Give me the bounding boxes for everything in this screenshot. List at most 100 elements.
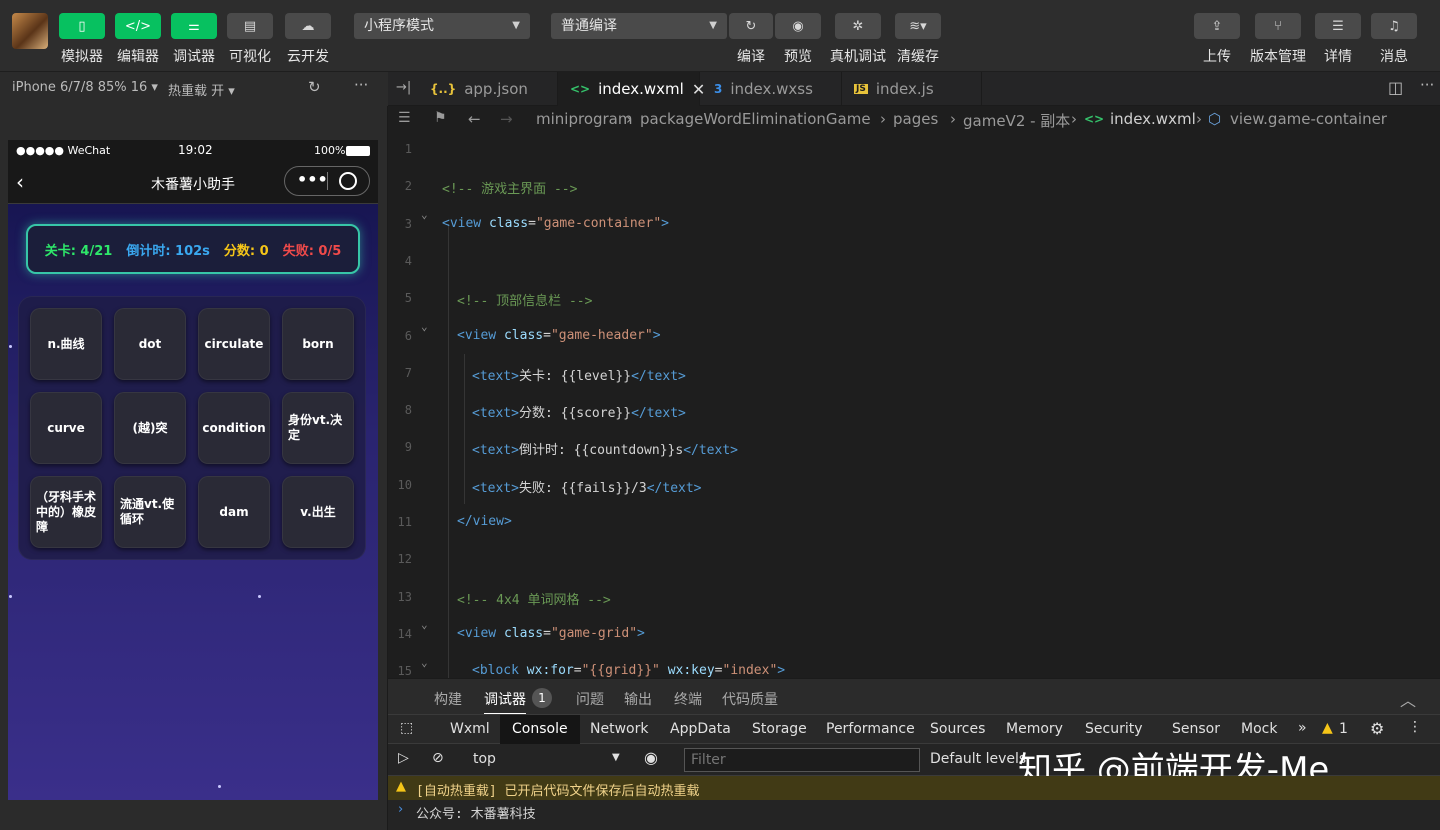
tab-memory[interactable]: Memory [1006, 721, 1063, 737]
debugger-toggle-button[interactable]: ⚌ [171, 13, 217, 39]
visual-toggle-button[interactable]: ▤ [227, 13, 273, 39]
outline-icon[interactable]: ☰ [398, 110, 411, 126]
compile-select[interactable]: 普通编译 ▼ [551, 13, 727, 39]
simulator-toggle-button[interactable]: ▯ [59, 13, 105, 39]
chevron-down-icon: ▼ [612, 752, 620, 763]
version-button[interactable]: ⑂ [1255, 13, 1301, 39]
tab-index-wxml[interactable]: <> index.wxml ✕ [558, 72, 705, 106]
forward-icon[interactable]: → [500, 110, 513, 128]
tab-sources[interactable]: Sources [930, 721, 985, 737]
code-token: "game-header" [550, 327, 653, 343]
tab-network[interactable]: Network [590, 721, 648, 737]
log-levels-select[interactable]: Default levels [930, 751, 1026, 767]
word-tile[interactable]: v.出生 [282, 476, 354, 548]
indent-guide [448, 224, 449, 678]
word-tile[interactable]: condition [198, 392, 270, 464]
word-tile[interactable]: dot [114, 308, 186, 380]
css-file-icon: 3 [714, 82, 723, 96]
more-icon[interactable]: ··· [1420, 76, 1434, 94]
compile-button[interactable]: ↻ [729, 13, 773, 39]
inspect-icon[interactable]: ⬚ [400, 720, 413, 736]
breadcrumb-item[interactable]: miniprogram [536, 110, 632, 128]
bookmark-icon[interactable]: ⚑ [434, 110, 447, 126]
device-select[interactable]: iPhone 6/7/8 85% 16 ▾ [12, 80, 158, 95]
word-tile[interactable]: dam [198, 476, 270, 548]
fold-chevron-icon[interactable]: ⌄ [421, 208, 428, 221]
tab-app-json[interactable]: {..} app.json [418, 72, 558, 106]
breadcrumb-item[interactable]: packageWordEliminationGame [640, 110, 871, 128]
split-editor-icon[interactable]: ◫ [1388, 78, 1403, 97]
tab-index-js[interactable]: JS index.js [842, 72, 982, 106]
chevron-right-icon: › [1196, 110, 1202, 128]
tab-appdata[interactable]: AppData [670, 721, 731, 737]
main-toolbar: ▯ 模拟器 </> 编辑器 ⚌ 调试器 ▤ 可视化 ☁ 云开发 小程序模式 ▼ … [0, 0, 1440, 72]
word-tile[interactable]: n.曲线 [30, 308, 102, 380]
word-tile[interactable]: （牙科手术中的）橡皮障 [30, 476, 102, 548]
word-tile[interactable]: 身份vt.决定 [282, 392, 354, 464]
breadcrumb-item[interactable]: index.wxml [1110, 110, 1196, 128]
editor-toggle-button[interactable]: </> [115, 13, 161, 39]
breadcrumb-item[interactable]: view.game-container [1230, 110, 1387, 128]
tab-problems[interactable]: 问题 [576, 689, 604, 709]
messages-button[interactable]: ♫ [1371, 13, 1417, 39]
word-tile[interactable]: circulate [198, 308, 270, 380]
breadcrumb-item[interactable]: pages [893, 110, 938, 128]
tab-performance[interactable]: Performance [826, 721, 915, 737]
remote-debug-button[interactable]: ✲ [835, 13, 881, 39]
tab-index-wxss[interactable]: 3 index.wxss [702, 72, 842, 106]
sidebar-toggle-icon[interactable]: ▷ [398, 750, 409, 766]
word-tile[interactable]: born [282, 308, 354, 380]
code-token: = [573, 663, 582, 678]
mode-select[interactable]: 小程序模式 ▼ [354, 13, 530, 39]
clear-console-icon[interactable]: ⊘ [432, 750, 444, 766]
status-carrier: ●●●●● WeChat [16, 144, 111, 157]
tab-console[interactable]: Console [500, 715, 580, 745]
code-token: <text> [472, 406, 519, 422]
tab-storage[interactable]: Storage [752, 721, 807, 737]
more-dots-icon[interactable]: ••• [297, 170, 328, 189]
code-token: class [496, 327, 544, 343]
tab-code-quality[interactable]: 代码质量 [722, 689, 778, 709]
tab-mock[interactable]: Mock [1241, 721, 1277, 737]
code-token: class [481, 215, 529, 231]
fold-chevron-icon[interactable]: ⌄ [421, 656, 428, 669]
clear-cache-button[interactable]: ≋▾ [895, 13, 941, 39]
warning-count[interactable]: 1 [1339, 721, 1348, 737]
preview-button[interactable]: ◉ [775, 13, 821, 39]
word-tile[interactable]: 流通vt.使循环 [114, 476, 186, 548]
details-button[interactable]: ☰ [1315, 13, 1361, 39]
code-token: = [543, 327, 551, 343]
console-filter-input[interactable] [684, 748, 920, 772]
tab-output[interactable]: 输出 [624, 689, 652, 709]
breadcrumb-item[interactable]: gameV2 - 副本 [963, 110, 1070, 131]
eye-icon[interactable]: ◉ [644, 748, 658, 767]
more-vertical-icon[interactable]: ⋮ [1408, 719, 1422, 735]
tab-terminal[interactable]: 终端 [674, 689, 702, 709]
tab-security[interactable]: Security [1085, 721, 1143, 737]
close-miniprogram-icon[interactable] [339, 172, 357, 190]
more-icon[interactable]: ··· [354, 76, 368, 94]
cloud-button[interactable]: ☁ [285, 13, 331, 39]
menu-icon: ☰ [1332, 18, 1344, 34]
devtools-panel-tabs: ⬚ Wxml Console Network AppData Storage P… [388, 714, 1440, 745]
tab-debugger[interactable]: 调试器 [484, 689, 526, 715]
console-warning-row: ▲ [自动热重载] 已开启代码文件保存后自动热重载 [388, 776, 1440, 800]
code-editor[interactable]: ⌄ ⌄ ⌄ ⌄ 1 2 <!-- 游戏主界面 --> 3 <view class="ga… [388, 134, 1440, 678]
gear-icon[interactable]: ⚙ [1370, 719, 1384, 738]
more-tabs-icon[interactable]: » [1298, 720, 1307, 736]
fold-chevron-icon[interactable]: ⌄ [421, 618, 428, 631]
rotate-icon[interactable]: ↻ [308, 78, 321, 96]
back-icon[interactable]: ← [468, 110, 481, 128]
hot-reload-select[interactable]: 热重载 开 ▾ [168, 80, 235, 99]
tab-wxml[interactable]: Wxml [450, 721, 490, 737]
fold-chevron-icon[interactable]: ⌄ [421, 320, 428, 333]
chevron-up-icon[interactable]: ︿ [1400, 687, 1416, 711]
context-select[interactable]: top [473, 751, 496, 767]
upload-button[interactable]: ⇪ [1194, 13, 1240, 39]
collapse-panel-icon[interactable]: →| [396, 80, 411, 95]
word-tile[interactable]: curve [30, 392, 102, 464]
word-tile[interactable]: (越)突 [114, 392, 186, 464]
tab-sensor[interactable]: Sensor [1172, 721, 1220, 737]
avatar[interactable] [12, 13, 48, 49]
tab-build[interactable]: 构建 [434, 689, 462, 709]
